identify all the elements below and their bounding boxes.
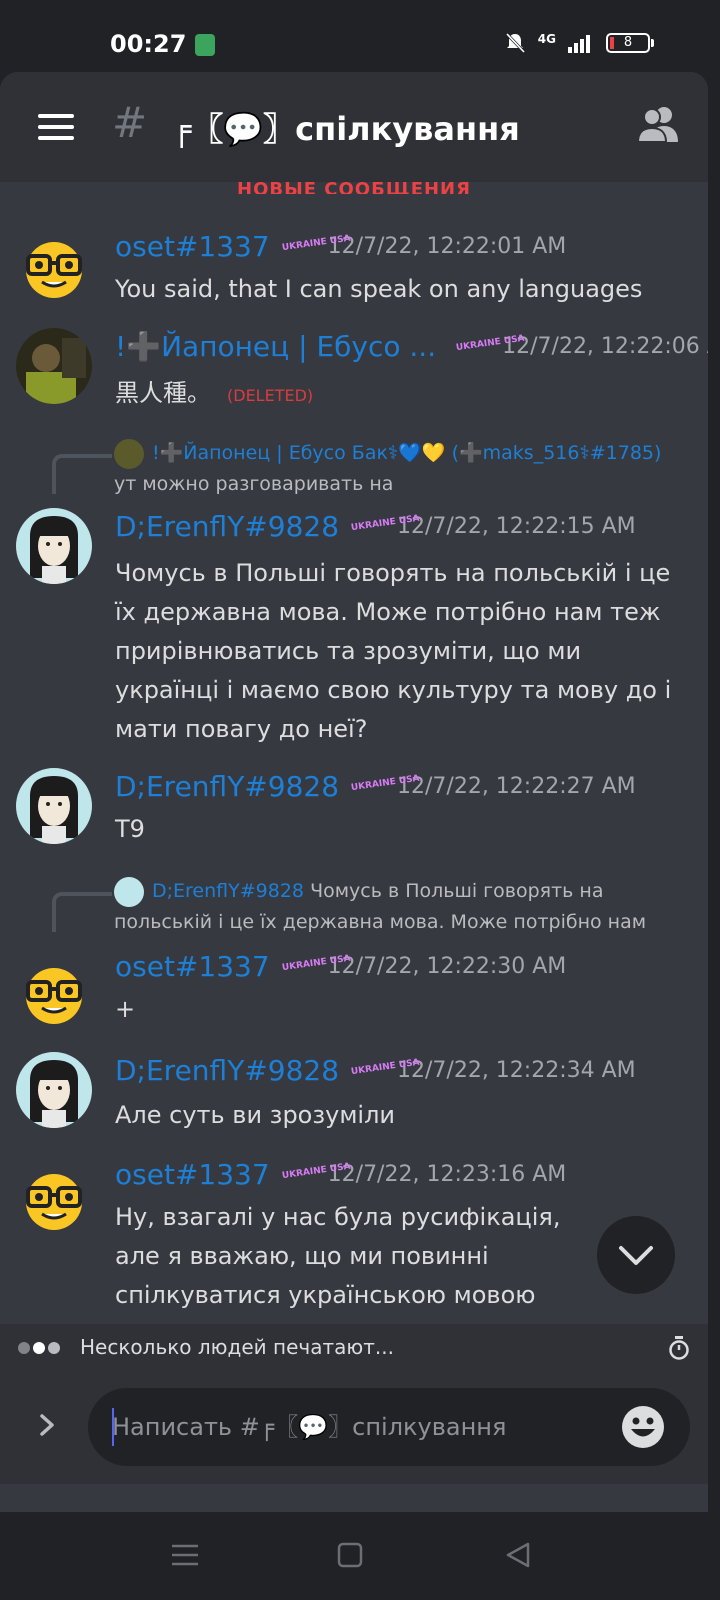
avatar[interactable] [16, 1162, 92, 1238]
reply-preview[interactable]: !➕Йапонец | Ебусо Бак⚕💙💛 (➕maks_516⚕#178… [52, 434, 708, 495]
message-input-container[interactable] [88, 1388, 690, 1466]
message-timestamp: 12/7/22, 12:23:16 AM [327, 1162, 567, 1187]
typing-indicator: Несколько людей печатают... [0, 1324, 708, 1372]
badge-icon: UKRAINE USA [455, 333, 526, 354]
badge-icon: UKRAINE USA [281, 233, 351, 254]
nerd-emoji-avatar-icon [16, 956, 92, 1032]
reply-author[interactable]: D;ErenflY#9828 [152, 880, 304, 902]
avatar[interactable] [16, 230, 92, 306]
message-body: 黒人種。 [115, 379, 211, 407]
hash-icon: # [112, 98, 148, 147]
channel-header: # ╒〖💬〗спілкування [0, 72, 708, 182]
anime-avatar-icon [16, 768, 92, 844]
avatar[interactable] [16, 1052, 92, 1128]
battery-icon: 8 [606, 33, 654, 53]
message-text: Але суть ви зрозуміли [115, 1101, 396, 1129]
message[interactable]: oset#1337 UKRAINE USA 12/7/22, 12:22:01 … [0, 222, 708, 312]
message-author[interactable]: D;ErenflY#9828 [115, 1054, 339, 1087]
network-type: 4G [537, 32, 556, 46]
timer-icon[interactable] [668, 1336, 690, 1360]
avatar[interactable] [16, 956, 92, 1032]
chevron-down-icon [619, 1246, 653, 1265]
reply-content: D;ErenflY#9828 Чомусь в Польші говорять … [114, 876, 694, 938]
expand-icon[interactable] [38, 1410, 58, 1440]
message-text: 黒人種。 (DELETED) [115, 374, 685, 415]
message-timestamp: 12/7/22, 12:22:06 AM [502, 334, 708, 359]
emoji-button[interactable] [622, 1406, 664, 1448]
scroll-to-bottom-button[interactable] [597, 1216, 675, 1294]
message-text: You said, that I can speak on any langua… [115, 275, 643, 303]
emoji-icon [631, 1417, 655, 1437]
message-text: T9 [115, 815, 145, 843]
message-author[interactable]: oset#1337 [115, 230, 270, 263]
typing-dots-icon [18, 1342, 60, 1354]
reply-connector [52, 892, 112, 932]
reply-content: !➕Йапонец | Ебусо Бак⚕💙💛 (➕maks_516⚕#178… [114, 438, 694, 500]
chat-window: # ╒〖💬〗спілкування НОВЫЕ СООБЩЕНИЯ oset#1… [0, 72, 708, 1512]
badge-icon: UKRAINE USA [350, 773, 421, 794]
nerd-emoji-avatar-icon [16, 1162, 92, 1238]
reply-avatar [114, 876, 144, 907]
message-composer [0, 1372, 708, 1484]
typing-text: Несколько людей печатают... [80, 1335, 394, 1359]
nerd-emoji-avatar-icon [16, 230, 92, 306]
reply-connector [52, 454, 112, 494]
deleted-label: (DELETED) [227, 386, 314, 405]
anime-avatar-icon [16, 508, 92, 584]
back-icon[interactable] [502, 1540, 536, 1570]
reply-preview[interactable]: D;ErenflY#9828 Чомусь в Польші говорять … [52, 872, 708, 933]
mute-icon [505, 32, 525, 54]
status-time: 00:27 [110, 30, 187, 58]
badge-icon: UKRAINE USA [350, 513, 421, 534]
system-navigation-bar [0, 1512, 720, 1600]
message-text: Чомусь в Польші говорять на польській і … [115, 559, 672, 743]
message-input[interactable] [112, 1406, 612, 1448]
message-author[interactable]: oset#1337 [115, 950, 270, 983]
message[interactable]: D;ErenflY#9828 UKRAINE USA 12/7/22, 12:2… [0, 768, 708, 858]
message-timestamp: 12/7/22, 12:22:15 AM [397, 514, 636, 539]
new-messages-divider: НОВЫЕ СООБЩЕНИЯ [237, 180, 471, 194]
battery-saver-icon [195, 34, 215, 56]
badge-icon: UKRAINE USA [281, 953, 351, 974]
recents-icon[interactable] [168, 1540, 202, 1570]
anime-avatar-icon [16, 1052, 92, 1128]
message-timestamp: 12/7/22, 12:22:30 AM [327, 954, 567, 979]
members-icon[interactable] [636, 104, 680, 144]
message-author[interactable]: D;ErenflY#9828 [115, 770, 339, 803]
status-bar: 00:27 4G 8 [0, 0, 720, 72]
message-timestamp: 12/7/22, 12:22:34 AM [397, 1058, 636, 1083]
avatar[interactable] [16, 768, 92, 844]
message[interactable]: D;ErenflY#9828 UKRAINE USA 12/7/22, 12:2… [0, 508, 708, 748]
message[interactable]: oset#1337 UKRAINE USA 12/7/22, 12:22:30 … [0, 950, 708, 1032]
message-timestamp: 12/7/22, 12:22:27 AM [397, 774, 636, 799]
photo-avatar-icon [16, 328, 92, 404]
badge-icon: UKRAINE USA [350, 1057, 421, 1078]
avatar[interactable] [16, 508, 92, 584]
message-author[interactable]: oset#1337 [115, 1158, 270, 1191]
message-author[interactable]: D;ErenflY#9828 [115, 510, 339, 543]
message-text: + [115, 995, 136, 1023]
home-icon[interactable] [333, 1540, 367, 1570]
message-timestamp: 12/7/22, 12:22:01 AM [327, 234, 567, 259]
reply-text: ут можно разговаривать на [114, 473, 394, 495]
channel-title: ╒〖💬〗спілкування [172, 110, 520, 148]
badge-icon: UKRAINE USA [281, 1161, 351, 1182]
message[interactable]: D;ErenflY#9828 UKRAINE USA 12/7/22, 12:2… [0, 1052, 708, 1142]
reply-avatar [114, 438, 144, 469]
menu-icon[interactable] [38, 114, 74, 140]
avatar[interactable] [16, 328, 92, 404]
reply-author[interactable]: !➕Йапонец | Ебусо Бак⚕💙💛 (➕maks_516⚕#178… [152, 442, 661, 464]
message-author[interactable]: !➕Йапонец | Ебусо ... [115, 330, 436, 363]
signal-icon [568, 35, 590, 53]
status-icons: 4G 8 [504, 32, 654, 54]
message[interactable]: !➕Йапонец | Ебусо ... UKRAINE USA 12/7/2… [0, 326, 708, 426]
message-text: Ну, взагалі у нас була русифікація, але … [115, 1203, 561, 1309]
